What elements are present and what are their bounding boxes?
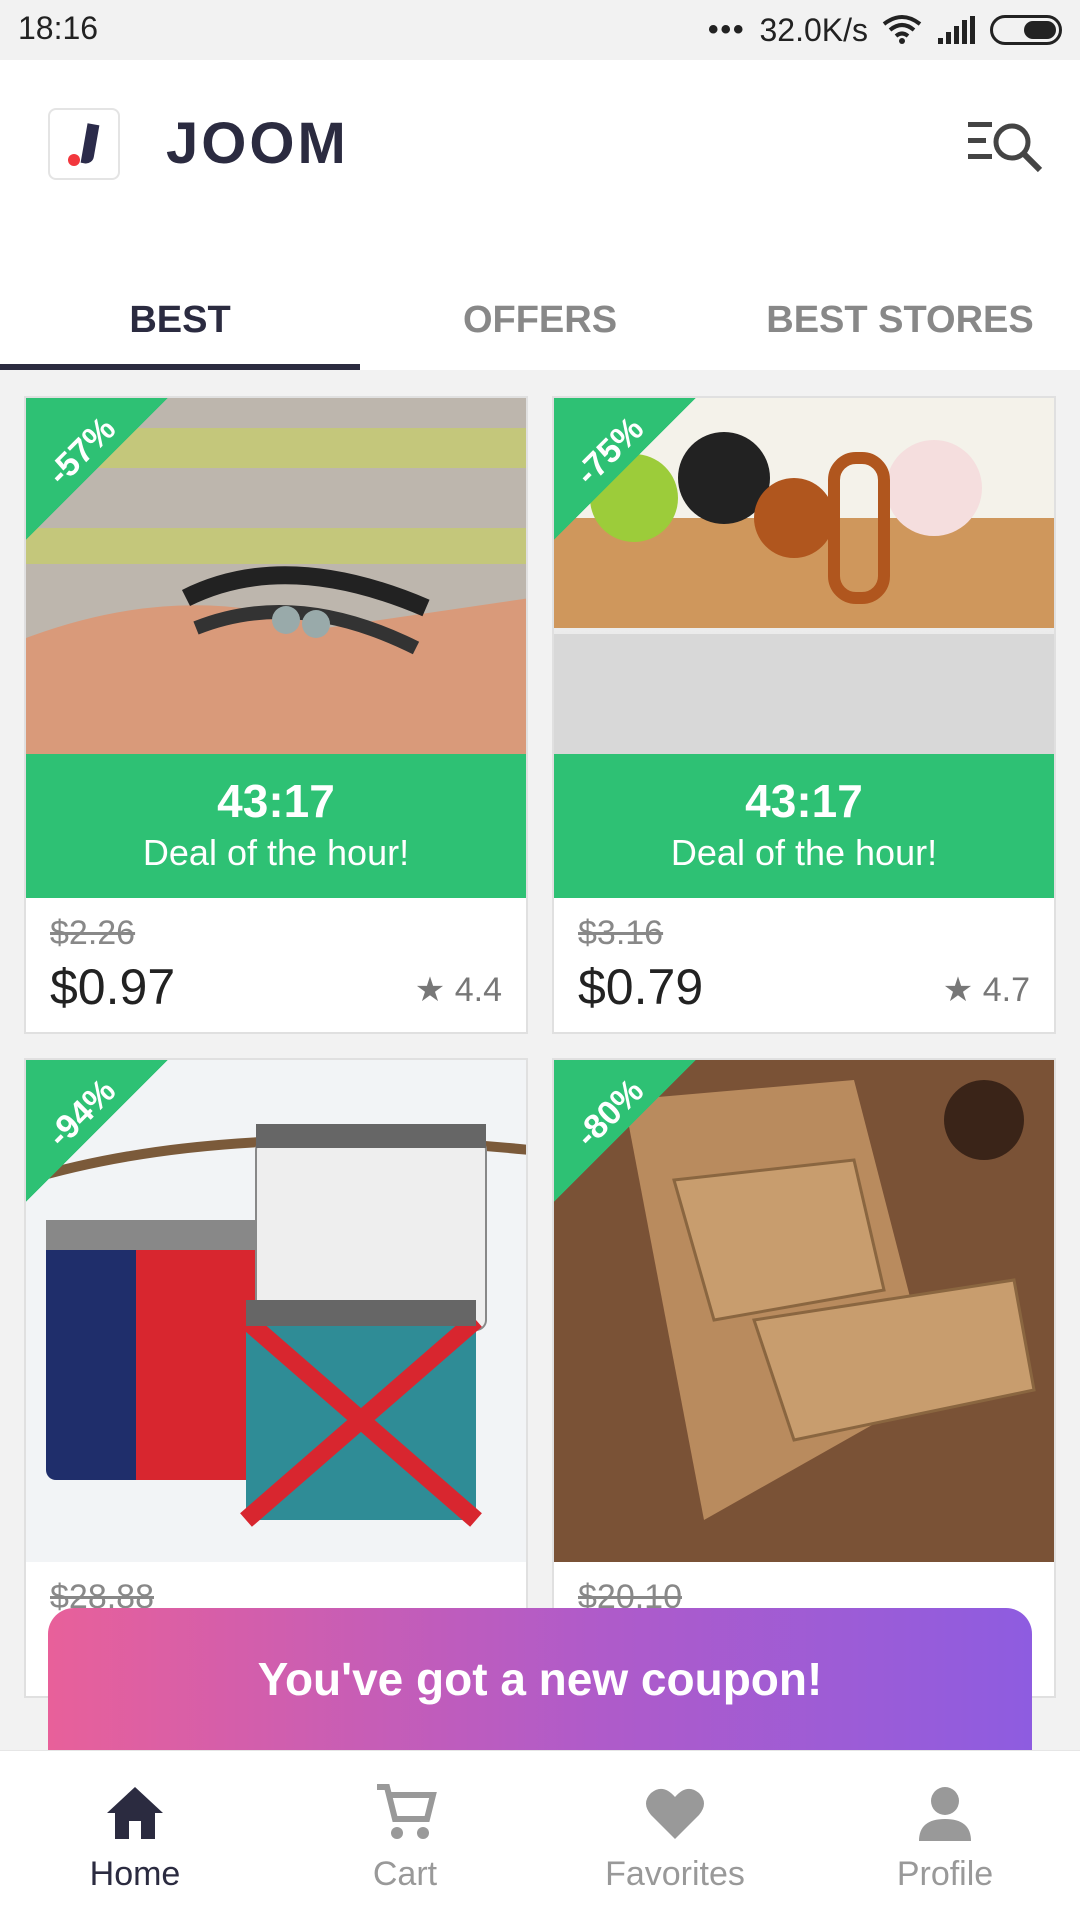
tab-best-stores[interactable]: BEST STORES [720,270,1080,370]
discount-text: -94% [40,1071,124,1155]
rating-value: 4.7 [982,971,1030,1009]
product-card[interactable]: -75% 43:17 Deal of the hour! $3.16 $0.79… [552,396,1056,1034]
nav-label: Home [89,1855,181,1893]
joom-logo-icon [48,108,120,180]
category-tabs: BEST OFFERS BEST STORES [0,270,1080,370]
nav-label: Profile [896,1855,994,1893]
product-image: -57% [26,398,526,754]
wifi-icon [882,15,922,44]
price: $0.97 [50,959,176,1015]
app-header: JOOM BEST OFFERS BEST STORES [0,60,1080,370]
tab-best[interactable]: BEST [0,270,360,370]
discount-badge: -80% [554,1060,696,1202]
profile-icon [919,1787,971,1841]
status-indicators: ••• 32.0K/s [708,10,1062,50]
deal-label: Deal of the hour! [670,832,938,873]
discount-badge: -57% [26,398,168,540]
rating: ★ 4.7 [943,970,1030,1010]
nav-profile[interactable]: Profile [810,1751,1080,1920]
coupon-banner[interactable]: You've got a new coupon! [48,1608,1032,1750]
deal-label: Deal of the hour! [142,832,410,873]
battery-icon [990,15,1062,45]
menu-search-icon[interactable] [968,116,1044,176]
discount-badge: -75% [554,398,696,540]
deal-timer: 43:17 [217,775,335,827]
network-speed: 32.0K/s [759,11,868,48]
coupon-text: You've got a new coupon! [257,1653,823,1705]
nav-home[interactable]: Home [0,1751,270,1920]
star-icon: ★ [414,971,446,1009]
discount-text: -57% [40,409,124,493]
brand-title: JOOM [166,111,349,176]
price: $0.79 [578,959,704,1015]
product-image: -75% [554,398,1054,754]
price-area: $2.26 $0.97 ★ 4.4 [26,898,526,1032]
rating-value: 4.4 [454,971,502,1009]
deal-timer: 43:17 [745,775,863,827]
cart-icon [377,1784,437,1839]
product-image: -94% [26,1060,526,1562]
deal-banner: 43:17 Deal of the hour! [26,754,526,898]
status-bar: 18:16 ••• 32.0K/s [0,0,1080,60]
nav-favorites[interactable]: Favorites [540,1751,810,1920]
status-time: 18:16 [18,10,99,46]
product-card[interactable]: -80% $20.10 [552,1058,1056,1698]
price-area: $3.16 $0.79 ★ 4.7 [554,898,1054,1032]
deal-banner: 43:17 Deal of the hour! [554,754,1054,898]
star-icon: ★ [942,971,974,1009]
bottom-navigation: Home Cart Favorites Profile [0,1750,1080,1920]
product-card[interactable]: -57% 43:17 Deal of the hour! $2.26 $0.97… [24,396,528,1034]
nav-cart[interactable]: Cart [270,1751,540,1920]
discount-text: -75% [568,409,652,493]
old-price: $3.16 [578,914,664,952]
nav-label: Cart [372,1855,438,1893]
rating: ★ 4.4 [415,970,502,1010]
nav-label: Favorites [605,1855,745,1893]
discount-badge: -94% [26,1060,168,1202]
tab-offers[interactable]: OFFERS [360,270,720,370]
more-dots-icon: ••• [707,13,746,46]
product-card[interactable]: -94% $28.88 [24,1058,528,1698]
product-image: -80% [554,1060,1054,1562]
heart-icon [646,1788,704,1839]
signal-icon [938,16,975,44]
discount-text: -80% [568,1071,652,1155]
home-icon [107,1787,163,1839]
old-price: $2.26 [50,914,136,952]
